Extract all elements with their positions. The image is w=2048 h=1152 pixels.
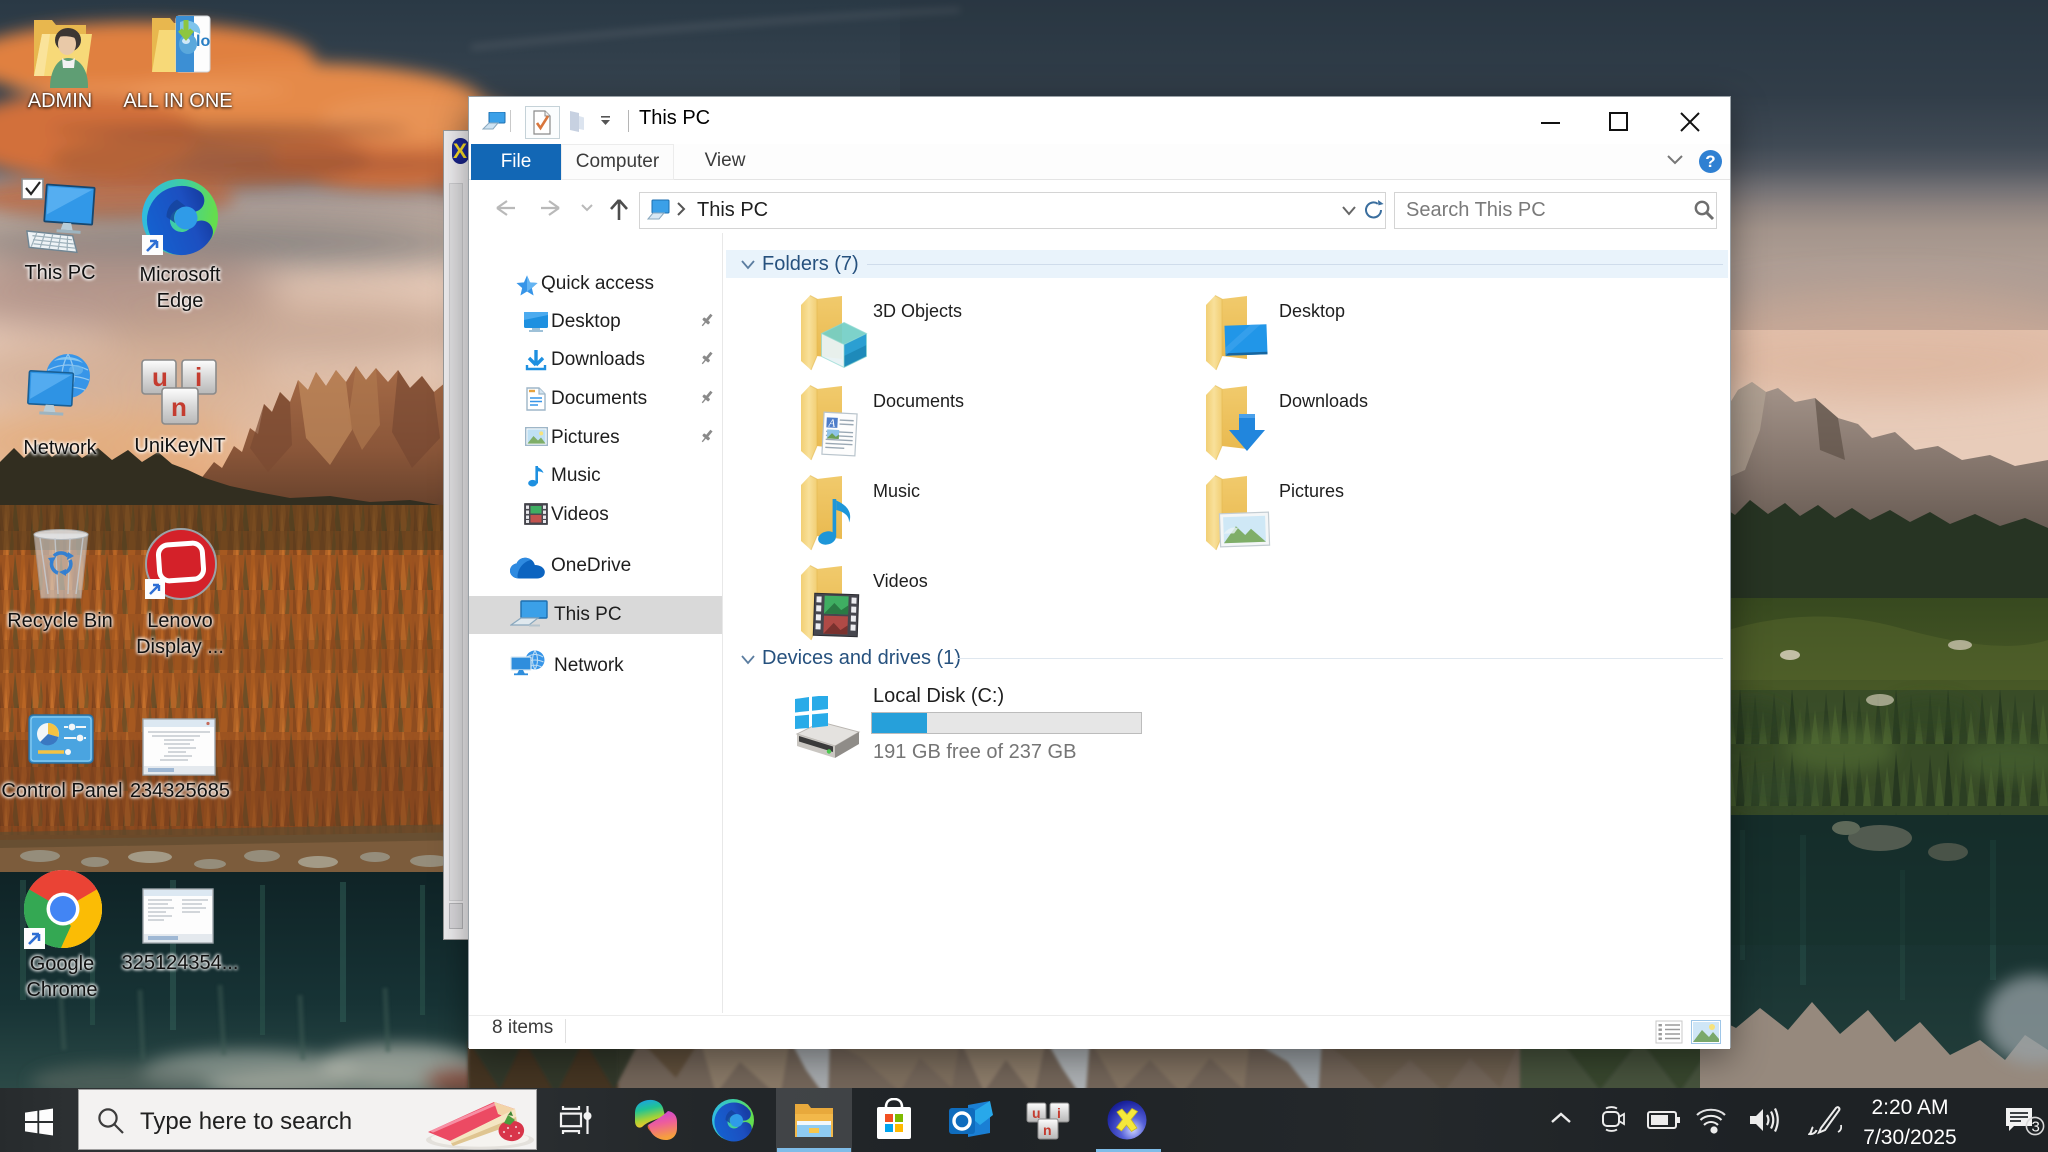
svg-text:lo: lo bbox=[196, 33, 210, 50]
svg-text:n: n bbox=[1043, 1122, 1052, 1138]
svg-text:A: A bbox=[827, 417, 836, 429]
svg-text:i: i bbox=[195, 362, 202, 392]
svg-text:u: u bbox=[1032, 1105, 1041, 1121]
svg-text:n: n bbox=[171, 392, 187, 422]
svg-text:i: i bbox=[1057, 1105, 1061, 1121]
svg-text:u: u bbox=[152, 362, 168, 392]
svg-text:3: 3 bbox=[2032, 1119, 2040, 1136]
